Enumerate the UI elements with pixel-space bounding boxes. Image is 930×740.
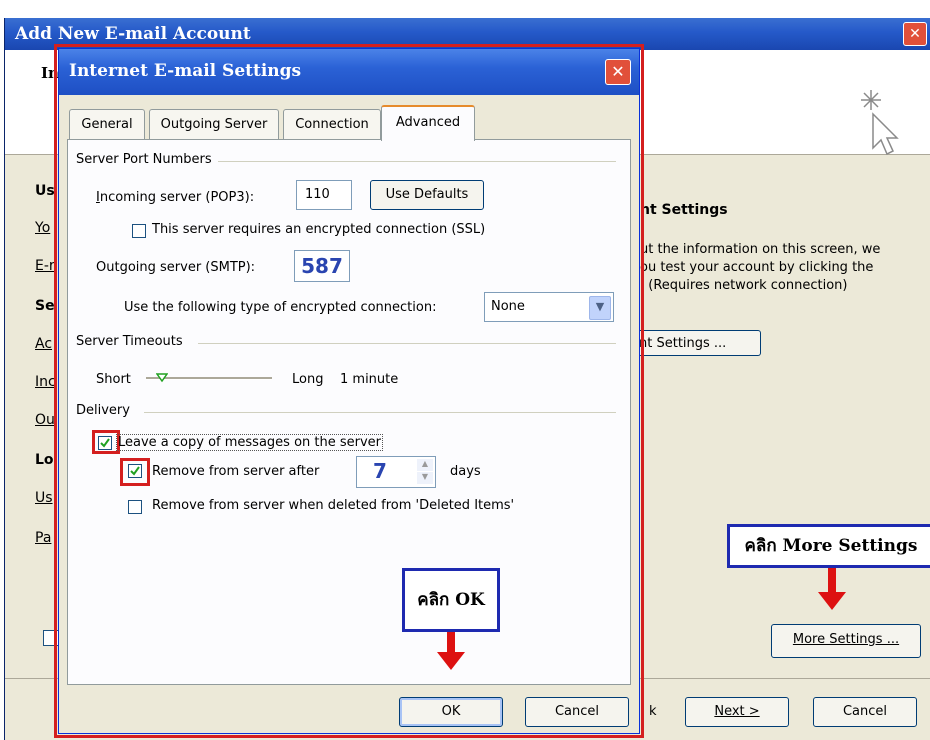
next-button-label: Next >	[714, 704, 760, 719]
more-settings-label: More Settings ...	[792, 632, 900, 647]
dialog-title-bar[interactable]: Internet E-mail Settings ✕	[59, 49, 639, 95]
ssl-checkbox-label: This server requires an encrypted connec…	[152, 222, 486, 237]
slider-thumb[interactable]	[155, 372, 169, 383]
checkmark-icon	[130, 466, 140, 476]
section-divider	[144, 412, 616, 413]
dialog-cancel-button[interactable]: Cancel	[525, 697, 629, 727]
encryption-type-value: None	[491, 299, 525, 314]
tab-outgoing-server[interactable]: Outgoing Server	[149, 109, 279, 139]
remove-deleted-label: Remove from server when deleted from 'De…	[152, 498, 515, 513]
timeout-long-label: Long	[292, 372, 324, 387]
outgoing-server-label: Outgoing server (SMTP):	[96, 260, 256, 275]
more-settings-annotation: คลิก More Settings	[727, 524, 930, 568]
side-label-fragment: Lo	[35, 452, 54, 468]
ok-arrow	[437, 632, 465, 670]
side-label-fragment: Se	[35, 298, 55, 314]
test-settings-title: nt Settings	[640, 202, 728, 218]
days-label: days	[450, 464, 481, 479]
add-account-title: Add New E-mail Account	[15, 24, 251, 44]
close-icon[interactable]: ✕	[903, 22, 927, 46]
leave-copy-label: Leave a copy of messages on the server	[116, 434, 384, 451]
more-settings-arrow	[818, 568, 846, 610]
checkmark-icon	[100, 438, 110, 448]
stepper-down-icon[interactable]: ▼	[417, 472, 433, 484]
remove-after-label: Remove from server after	[152, 464, 320, 479]
server-ports-section-label: Server Port Numbers	[76, 152, 218, 167]
cursor-sparkle-icon	[861, 90, 899, 156]
side-label-fragment: Inc	[35, 374, 56, 390]
outgoing-port-field[interactable]: 587	[294, 250, 350, 282]
server-timeouts-section-label: Server Timeouts	[76, 334, 189, 349]
close-icon[interactable]: ✕	[605, 59, 631, 85]
section-divider	[218, 161, 616, 162]
tab-connection[interactable]: Connection	[283, 109, 381, 139]
ok-button[interactable]: OK	[399, 697, 503, 727]
remove-after-days-value: 7	[373, 459, 387, 483]
dialog-title: Internet E-mail Settings	[69, 61, 302, 81]
side-label-fragment: Us	[35, 490, 53, 506]
ok-annotation: คลิก OK	[402, 568, 500, 632]
timeout-slider[interactable]	[146, 370, 272, 386]
remove-deleted-checkbox[interactable]	[128, 500, 142, 514]
leave-copy-checkbox[interactable]	[98, 436, 112, 450]
next-button[interactable]: Next >	[685, 697, 789, 727]
delivery-section-label: Delivery	[76, 403, 136, 418]
stepper-up-icon[interactable]: ▲	[417, 459, 433, 471]
test-settings-text-line: ut the information on this screen, we	[640, 242, 881, 257]
side-label-fragment: Ac	[35, 336, 53, 352]
internet-email-settings-dialog: Internet E-mail Settings ✕ General Outgo…	[58, 48, 640, 734]
timeout-value: 1 minute	[340, 372, 399, 387]
side-label-fragment: Us	[35, 183, 55, 199]
remove-after-days-stepper[interactable]: 7 ▲ ▼	[356, 456, 436, 488]
ssl-checkbox[interactable]	[132, 224, 146, 238]
side-label-fragment: Ou	[35, 412, 55, 428]
more-settings-button[interactable]: More Settings ...	[771, 624, 921, 658]
use-defaults-button[interactable]: Use Defaults	[370, 180, 484, 210]
side-label-fragment: Yo	[35, 220, 51, 236]
incoming-server-label: Incoming server (POP3):	[96, 190, 255, 205]
side-label-fragment: E-r	[35, 258, 55, 274]
test-settings-text-line: ou test your account by clicking the	[640, 260, 874, 275]
test-account-settings-button[interactable]: nt Settings ...	[633, 330, 761, 356]
tab-general[interactable]: General	[69, 109, 145, 139]
incoming-port-field[interactable]: 110	[296, 180, 352, 210]
back-button-fragment[interactable]: k	[649, 704, 657, 719]
chevron-down-icon[interactable]: ▼	[589, 296, 611, 320]
encryption-type-label: Use the following type of encrypted conn…	[124, 300, 437, 315]
timeout-short-label: Short	[96, 372, 131, 387]
side-label-fragment: Pa	[35, 530, 52, 546]
remove-after-checkbox[interactable]	[128, 464, 142, 478]
advanced-tab-panel: Server Port Numbers Incoming server (POP…	[67, 139, 631, 685]
encryption-type-select[interactable]: None ▼	[484, 292, 614, 322]
section-divider	[198, 343, 616, 344]
cancel-wizard-button[interactable]: Cancel	[813, 697, 917, 727]
incoming-server-label-text: ncoming server (POP3):	[99, 190, 255, 205]
tab-advanced[interactable]: Advanced	[381, 105, 475, 141]
test-settings-text-line: . (Requires network connection)	[640, 278, 848, 293]
